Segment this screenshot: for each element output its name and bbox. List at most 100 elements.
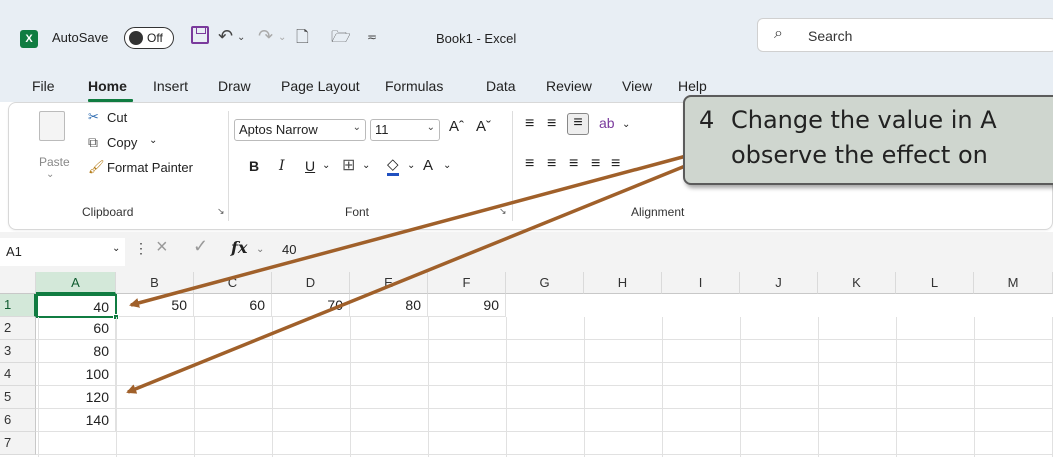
cell-c1[interactable]: 60 [194, 294, 272, 317]
cut-button[interactable]: Cut [107, 110, 127, 125]
cancel-icon[interactable]: × [156, 236, 168, 259]
column-header[interactable]: H [584, 272, 662, 294]
format-painter-button[interactable]: Format Painter [107, 160, 193, 175]
autosave-label: AutoSave [52, 30, 109, 45]
underline-icon[interactable]: U [305, 158, 315, 174]
formula-input[interactable]: 40 [282, 242, 1053, 257]
column-header[interactable]: G [506, 272, 584, 294]
tab-review[interactable]: Review [546, 78, 592, 94]
font-name-select[interactable]: Aptos Narrow ⌄ [234, 119, 366, 141]
align-middle-icon[interactable]: ≡ [547, 115, 556, 133]
column-header[interactable]: I [662, 272, 740, 294]
name-box[interactable]: A1 ⌄ [0, 238, 125, 266]
align-bottom-icon[interactable]: ≡ [567, 113, 589, 135]
tab-formulas[interactable]: Formulas [385, 78, 443, 94]
row-header[interactable]: 4 [0, 363, 36, 386]
chevron-down-icon: ⌄ [426, 122, 435, 133]
undo-icon[interactable]: ↶ [218, 26, 233, 47]
row-header[interactable]: 2 [0, 317, 36, 340]
font-launcher-icon[interactable]: ↘ [499, 206, 507, 217]
tab-help[interactable]: Help [678, 78, 707, 94]
copy-dropdown-icon[interactable]: ⌄ [149, 135, 157, 146]
open-folder-icon[interactable]: 🗁 [331, 26, 351, 53]
autosave-toggle[interactable]: Off [124, 27, 174, 49]
cell-b1[interactable]: 50 [116, 294, 194, 317]
font-color-dropdown-icon[interactable]: ⌄ [443, 160, 451, 171]
borders-icon[interactable]: ⊞ [342, 155, 355, 175]
search-input[interactable]: ⌕ Search [757, 18, 1053, 52]
underline-dropdown-icon[interactable]: ⌄ [322, 160, 330, 171]
cell-a4[interactable]: 100 [36, 363, 116, 386]
orientation-dropdown-icon[interactable]: ⌄ [622, 119, 630, 130]
column-header[interactable]: D [272, 272, 350, 294]
tab-insert[interactable]: Insert [153, 78, 188, 94]
save-icon[interactable] [191, 26, 209, 44]
row-header[interactable]: 6 [0, 409, 36, 432]
fill-color-icon[interactable]: ◇ [387, 155, 399, 176]
tab-file[interactable]: File [32, 78, 55, 94]
column-header[interactable]: L [896, 272, 974, 294]
increase-font-size-icon[interactable]: Aˆ [449, 118, 464, 135]
autosave-state: Off [147, 31, 163, 45]
cell-f1[interactable]: 90 [428, 294, 506, 317]
more-options-icon[interactable]: ⋮ [134, 240, 148, 257]
align-right-icon[interactable]: ≡ [569, 155, 578, 173]
column-header[interactable]: C [194, 272, 272, 294]
tab-page-layout[interactable]: Page Layout [281, 78, 360, 94]
fill-handle[interactable] [113, 314, 119, 320]
fill-color-dropdown-icon[interactable]: ⌄ [407, 160, 415, 171]
redo-dropdown-icon[interactable]: ⌄ [278, 32, 286, 43]
enter-icon[interactable]: ✓ [193, 236, 208, 257]
clipboard-group-label: Clipboard [82, 205, 134, 219]
decrease-indent-icon[interactable]: ≡ [591, 155, 600, 173]
cut-icon: ✂ [88, 109, 99, 124]
font-size-select[interactable]: 11 ⌄ [370, 119, 440, 141]
chevron-down-icon[interactable]: ⌄ [256, 244, 264, 255]
increase-indent-icon[interactable]: ≡ [611, 155, 620, 173]
customize-toolbar-icon[interactable]: ≂ [367, 30, 377, 44]
column-header[interactable]: E [350, 272, 428, 294]
row-header[interactable]: 7 [0, 432, 36, 455]
paste-dropdown-icon[interactable]: ⌄ [46, 169, 54, 180]
align-center-icon[interactable]: ≡ [547, 155, 556, 173]
bold-icon[interactable]: B [249, 158, 259, 174]
undo-dropdown-icon[interactable]: ⌄ [237, 32, 245, 43]
cell-a1[interactable]: 40 [36, 294, 117, 318]
row-header[interactable]: 1 [0, 294, 36, 317]
column-header[interactable]: M [974, 272, 1053, 294]
chevron-down-icon: ⌄ [352, 122, 361, 133]
cell-e1[interactable]: 80 [350, 294, 428, 317]
cell-d1[interactable]: 70 [272, 294, 350, 317]
clipboard-launcher-icon[interactable]: ↘ [217, 206, 225, 217]
search-icon: ⌕ [774, 25, 783, 42]
tab-view[interactable]: View [622, 78, 652, 94]
cell-a3[interactable]: 80 [36, 340, 116, 363]
decrease-font-size-icon[interactable]: Aˇ [476, 118, 491, 135]
column-header[interactable]: F [428, 272, 506, 294]
cell-a6[interactable]: 140 [36, 409, 116, 432]
orientation-icon[interactable]: ab [599, 115, 615, 131]
column-header[interactable]: K [818, 272, 896, 294]
italic-icon[interactable]: I [279, 158, 285, 174]
tab-data[interactable]: Data [486, 78, 516, 94]
row-header[interactable]: 3 [0, 340, 36, 363]
align-left-icon[interactable]: ≡ [525, 155, 534, 173]
row-header[interactable]: 5 [0, 386, 36, 409]
paste-button[interactable]: Paste [39, 155, 70, 169]
column-header[interactable]: B [116, 272, 194, 294]
column-header[interactable]: A [36, 272, 116, 294]
cell-a2[interactable]: 60 [36, 317, 116, 340]
font-color-icon[interactable]: A [423, 157, 433, 174]
new-file-icon[interactable]: 🗋 [296, 26, 309, 53]
borders-dropdown-icon[interactable]: ⌄ [362, 160, 370, 171]
cell-a5[interactable]: 120 [36, 386, 116, 409]
column-header[interactable]: J [740, 272, 818, 294]
insert-function-button[interactable]: fx [231, 238, 247, 257]
tab-home[interactable]: Home [88, 78, 127, 94]
redo-icon[interactable]: ↷ [258, 26, 273, 47]
select-all-corner[interactable] [0, 272, 36, 294]
copy-button[interactable]: Copy [107, 135, 137, 150]
paste-icon[interactable] [39, 111, 65, 141]
tab-draw[interactable]: Draw [218, 78, 251, 94]
align-top-icon[interactable]: ≡ [525, 115, 534, 133]
